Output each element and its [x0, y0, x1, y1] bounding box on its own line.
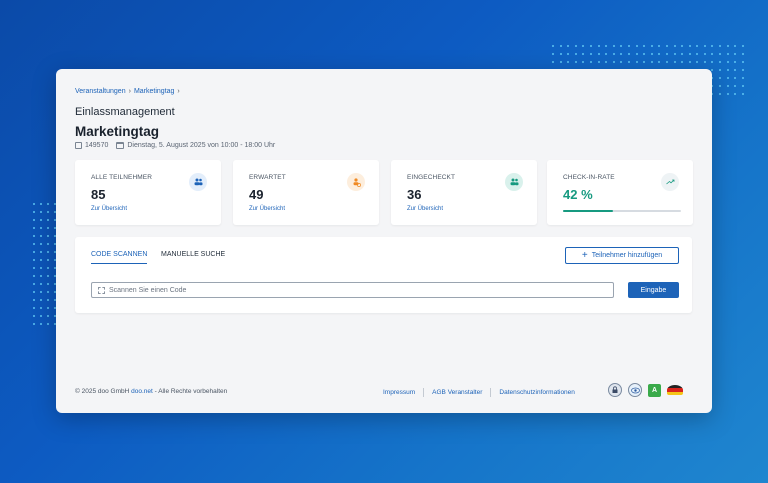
- footer-link-imprint[interactable]: Impressum: [383, 389, 415, 396]
- breadcrumb: Veranstaltungen › Marketingtag ›: [75, 88, 180, 95]
- stat-card-expected: ERWARTET 49 Zur Übersicht: [233, 160, 379, 225]
- rating-a-seal-icon: A: [648, 383, 661, 397]
- progress-fill: [563, 210, 613, 212]
- footer-links: Impressum AGB Veranstalter Datenschutzin…: [383, 388, 575, 397]
- chevron-right-icon: ›: [128, 88, 131, 95]
- scan-input[interactable]: Scannen Sie einen Code: [91, 282, 614, 298]
- id-icon: [75, 142, 82, 149]
- people-check-icon: [505, 173, 523, 191]
- event-meta: 149570 Dienstag, 5. August 2025 von 10:0…: [75, 142, 275, 149]
- breadcrumb-item-events[interactable]: Veranstaltungen: [75, 88, 126, 95]
- scan-placeholder: Scannen Sie einen Code: [109, 286, 187, 294]
- event-id: 149570: [85, 142, 109, 149]
- checkin-panel: CODE SCANNEN MANUELLE SUCHE + Teilnehmer…: [75, 237, 692, 313]
- main-card: Veranstaltungen › Marketingtag › Einlass…: [56, 69, 712, 413]
- tab-manual-search[interactable]: MANUELLE SUCHE: [161, 251, 225, 263]
- stat-value: 42 %: [563, 187, 593, 202]
- section-title: Einlassmanagement: [75, 106, 175, 118]
- decorative-dots-left: [33, 203, 56, 325]
- security-seal-icon: [628, 383, 642, 397]
- copyright-suffix: - Alle Rechte vorbehalten: [154, 388, 228, 395]
- stat-label: CHECK-IN-RATE: [563, 174, 615, 181]
- stat-label: ALLE TEILNEHMER: [91, 174, 152, 181]
- trend-up-icon: [661, 173, 679, 191]
- copyright-text: © 2025 doo GmbH: [75, 388, 130, 395]
- qr-scan-icon: [98, 286, 105, 294]
- add-participant-button[interactable]: + Teilnehmer hinzufügen: [565, 247, 679, 264]
- stat-overview-link[interactable]: Zur Übersicht: [249, 206, 285, 212]
- trust-seals: A: [608, 383, 683, 397]
- footer-link-privacy[interactable]: Datenschutzinformationen: [499, 389, 575, 396]
- people-icon: [189, 173, 207, 191]
- german-flag-icon: [667, 385, 683, 395]
- stat-label: EINGECHECKT: [407, 174, 456, 181]
- checkin-progress-bar: [563, 210, 681, 212]
- stat-value: 85: [91, 187, 106, 202]
- footer-link-terms[interactable]: AGB Veranstalter: [432, 389, 482, 396]
- stat-value: 36: [407, 187, 422, 202]
- page-title: Marketingtag: [75, 124, 160, 139]
- footer-copyright: © 2025 doo GmbH doo.net - Alle Rechte vo…: [75, 388, 227, 395]
- stat-value: 49: [249, 187, 264, 202]
- calendar-icon: [116, 142, 125, 149]
- divider: [490, 388, 492, 397]
- stat-overview-link[interactable]: Zur Übersicht: [91, 206, 127, 212]
- breadcrumb-item-event[interactable]: Marketingtag: [134, 88, 174, 95]
- stat-card-checked-in: EINGECHECKT 36 Zur Übersicht: [391, 160, 537, 225]
- divider: [423, 388, 425, 397]
- tab-code-scan[interactable]: CODE SCANNEN: [91, 251, 148, 264]
- stat-card-checkin-rate: CHECK-IN-RATE 42 %: [547, 160, 693, 225]
- ssl-seal-icon: [608, 383, 622, 397]
- plus-icon: +: [581, 249, 588, 261]
- event-date: Dienstag, 5. August 2025 von 10:00 - 18:…: [127, 142, 276, 149]
- stat-overview-link[interactable]: Zur Übersicht: [407, 206, 443, 212]
- stat-card-all: ALLE TEILNEHMER 85 Zur Übersicht: [75, 160, 221, 225]
- chevron-right-icon: ›: [177, 88, 180, 95]
- stat-label: ERWARTET: [249, 174, 286, 181]
- add-participant-label: Teilnehmer hinzufügen: [591, 252, 663, 259]
- submit-button[interactable]: Eingabe: [628, 282, 679, 298]
- person-clock-icon: [347, 173, 365, 191]
- brand-link[interactable]: doo.net: [131, 388, 153, 395]
